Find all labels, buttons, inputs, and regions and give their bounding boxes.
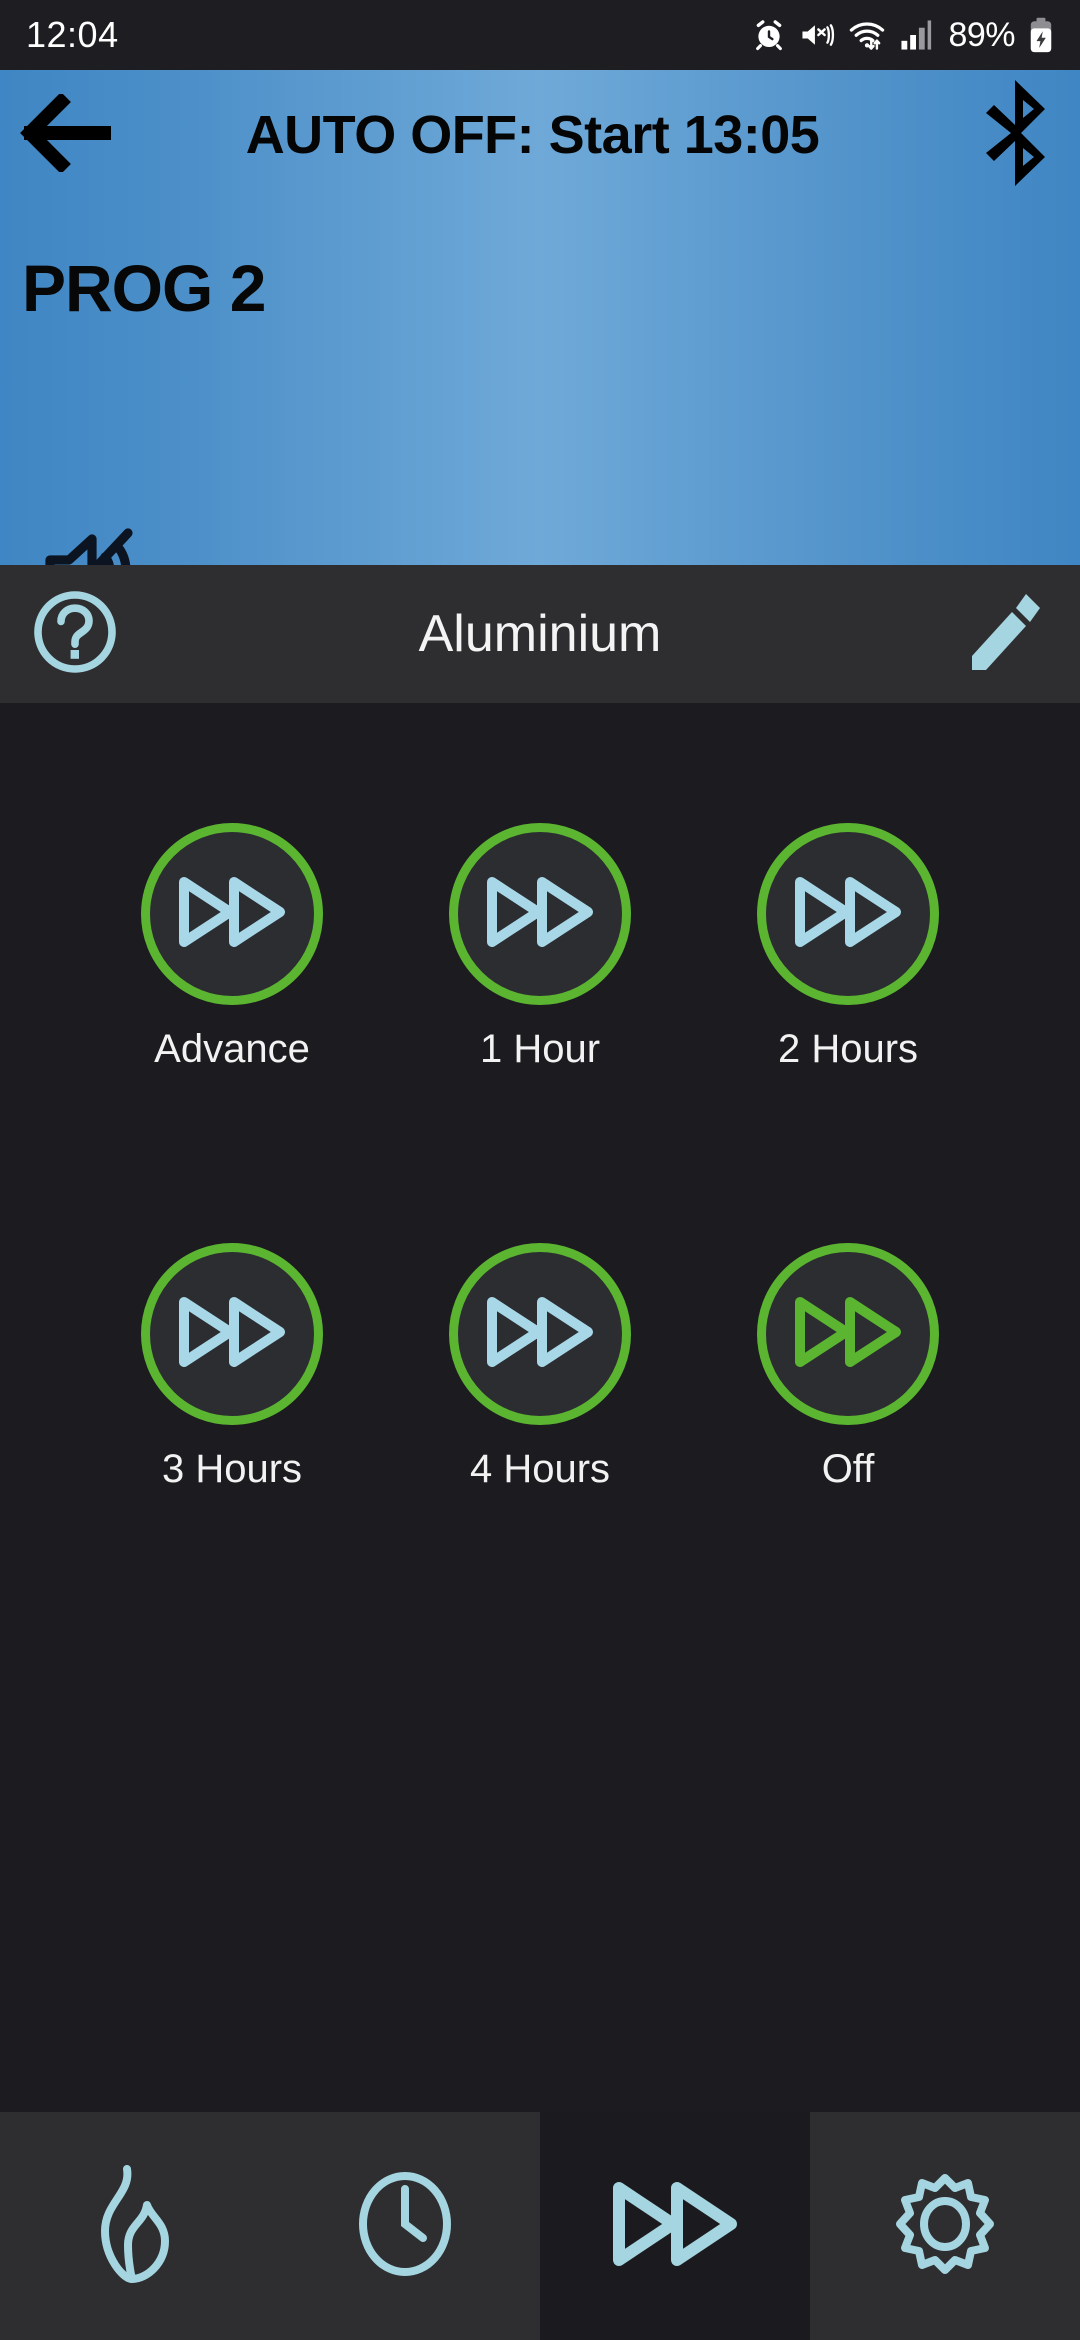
timer-option-label: 3 Hours xyxy=(161,1447,303,1491)
wifi-icon xyxy=(848,18,886,52)
status-bar-icons: 89% xyxy=(752,16,1054,55)
battery-percent-label: 89% xyxy=(948,15,1015,54)
device-toolbar: Aluminium xyxy=(0,565,1080,703)
timer-options-row-2: 3 Hours 4 Hours Off xyxy=(0,1243,1080,1492)
fast-forward-icon xyxy=(176,1290,288,1379)
timer-option-label: 4 Hours xyxy=(469,1447,611,1491)
app-screen: 12:04 89% AUTO OFF: Start 13:05 PROG 2 A… xyxy=(0,0,1080,2340)
header-topbar: AUTO OFF: Start 13:05 xyxy=(0,70,1080,200)
status-bar: 12:04 89% xyxy=(0,0,1080,70)
device-name-label: Aluminium xyxy=(418,605,662,663)
fast-forward-icon xyxy=(609,2176,741,2277)
battery-charging-icon xyxy=(1028,17,1054,53)
bottom-navigation xyxy=(0,2112,1080,2340)
back-arrow-icon xyxy=(19,91,114,177)
nav-tab-timer[interactable] xyxy=(540,2112,810,2340)
program-header: AUTO OFF: Start 13:05 PROG 2 xyxy=(0,70,1080,617)
clock-icon xyxy=(355,2169,455,2284)
mute-vibrate-icon xyxy=(799,18,835,52)
status-bar-clock: 12:04 xyxy=(26,14,119,55)
help-circle-icon xyxy=(32,589,118,680)
timer-option-2-hours-circle[interactable] xyxy=(757,823,939,1005)
timer-options-area: Advance 1 Hour 2 Hours 3 Hours 4 Hours O… xyxy=(0,703,1080,2112)
page-title: AUTO OFF: Start 13:05 xyxy=(245,105,820,165)
timer-option-3-hours-circle[interactable] xyxy=(141,1243,323,1425)
timer-options-row-1: Advance 1 Hour 2 Hours xyxy=(0,823,1080,1072)
fast-forward-icon xyxy=(792,1290,904,1379)
timer-option-3-hours[interactable]: 3 Hours xyxy=(78,1243,386,1492)
timer-option-label: Off xyxy=(821,1447,875,1491)
help-button[interactable] xyxy=(0,565,150,703)
alarm-icon xyxy=(752,18,786,52)
timer-option-label: 2 Hours xyxy=(777,1027,919,1071)
gear-icon xyxy=(890,2169,1000,2284)
timer-option-advance-circle[interactable] xyxy=(141,823,323,1005)
fast-forward-icon xyxy=(484,1290,596,1379)
fast-forward-icon xyxy=(792,870,904,959)
signal-icon xyxy=(899,19,933,51)
nav-tab-boost[interactable] xyxy=(0,2112,270,2340)
nav-tab-settings[interactable] xyxy=(810,2112,1080,2340)
timer-option-off-circle[interactable] xyxy=(757,1243,939,1425)
timer-option-2-hours[interactable]: 2 Hours xyxy=(694,823,1002,1072)
timer-option-4-hours[interactable]: 4 Hours xyxy=(386,1243,694,1492)
fast-forward-icon xyxy=(484,870,596,959)
timer-option-1-hour[interactable]: 1 Hour xyxy=(386,823,694,1072)
nav-tab-schedule[interactable] xyxy=(270,2112,540,2340)
pencil-icon xyxy=(965,589,1045,680)
back-button[interactable] xyxy=(0,70,130,200)
bluetooth-button[interactable] xyxy=(955,70,1080,200)
timer-option-advance[interactable]: Advance xyxy=(78,823,386,1072)
edit-button[interactable] xyxy=(930,565,1080,703)
program-name: PROG 2 xyxy=(22,251,266,325)
timer-option-4-hours-circle[interactable] xyxy=(449,1243,631,1425)
timer-option-1-hour-circle[interactable] xyxy=(449,823,631,1005)
timer-option-label: Advance xyxy=(154,1027,310,1071)
flame-icon xyxy=(91,2164,179,2288)
bluetooth-icon xyxy=(981,79,1055,192)
fast-forward-icon xyxy=(176,870,288,959)
timer-option-off[interactable]: Off xyxy=(694,1243,1002,1492)
timer-option-label: 1 Hour xyxy=(479,1027,601,1071)
